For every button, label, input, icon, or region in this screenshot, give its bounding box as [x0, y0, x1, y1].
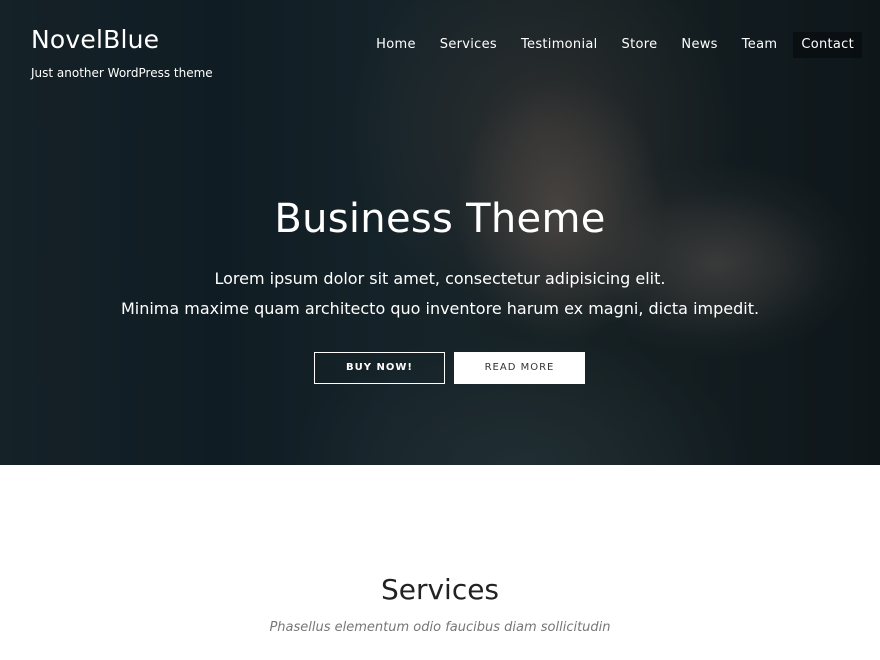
hero-description-line-1: Lorem ipsum dolor sit amet, consectetur …	[214, 269, 666, 288]
hero-description: Lorem ipsum dolor sit amet, consectetur …	[0, 264, 880, 324]
nav-item-store[interactable]: Store	[614, 32, 666, 58]
nav-item-contact[interactable]: Contact	[793, 32, 862, 58]
nav-item-services[interactable]: Services	[432, 32, 505, 58]
services-subtitle: Phasellus elementum odio faucibus diam s…	[269, 620, 611, 635]
nav-item-home[interactable]: Home	[368, 32, 424, 58]
site-title[interactable]: NovelBlue	[31, 25, 159, 54]
hero-description-line-2: Minima maxime quam architecto quo invent…	[120, 299, 760, 318]
site-tagline: Just another WordPress theme	[31, 66, 213, 80]
nav-item-testimonial[interactable]: Testimonial	[513, 32, 606, 58]
nav-item-news[interactable]: News	[673, 32, 725, 58]
read-more-button[interactable]: READ MORE	[454, 352, 585, 384]
hero-title: Business Theme	[274, 196, 606, 242]
nav-item-team[interactable]: Team	[734, 32, 786, 58]
buy-now-button[interactable]: BUY NOW!	[314, 352, 445, 384]
services-title: Services	[380, 573, 500, 606]
main-navigation: Home Services Testimonial Store News Tea…	[360, 32, 862, 58]
hero-banner: NovelBlue Just another WordPress theme H…	[0, 0, 880, 465]
